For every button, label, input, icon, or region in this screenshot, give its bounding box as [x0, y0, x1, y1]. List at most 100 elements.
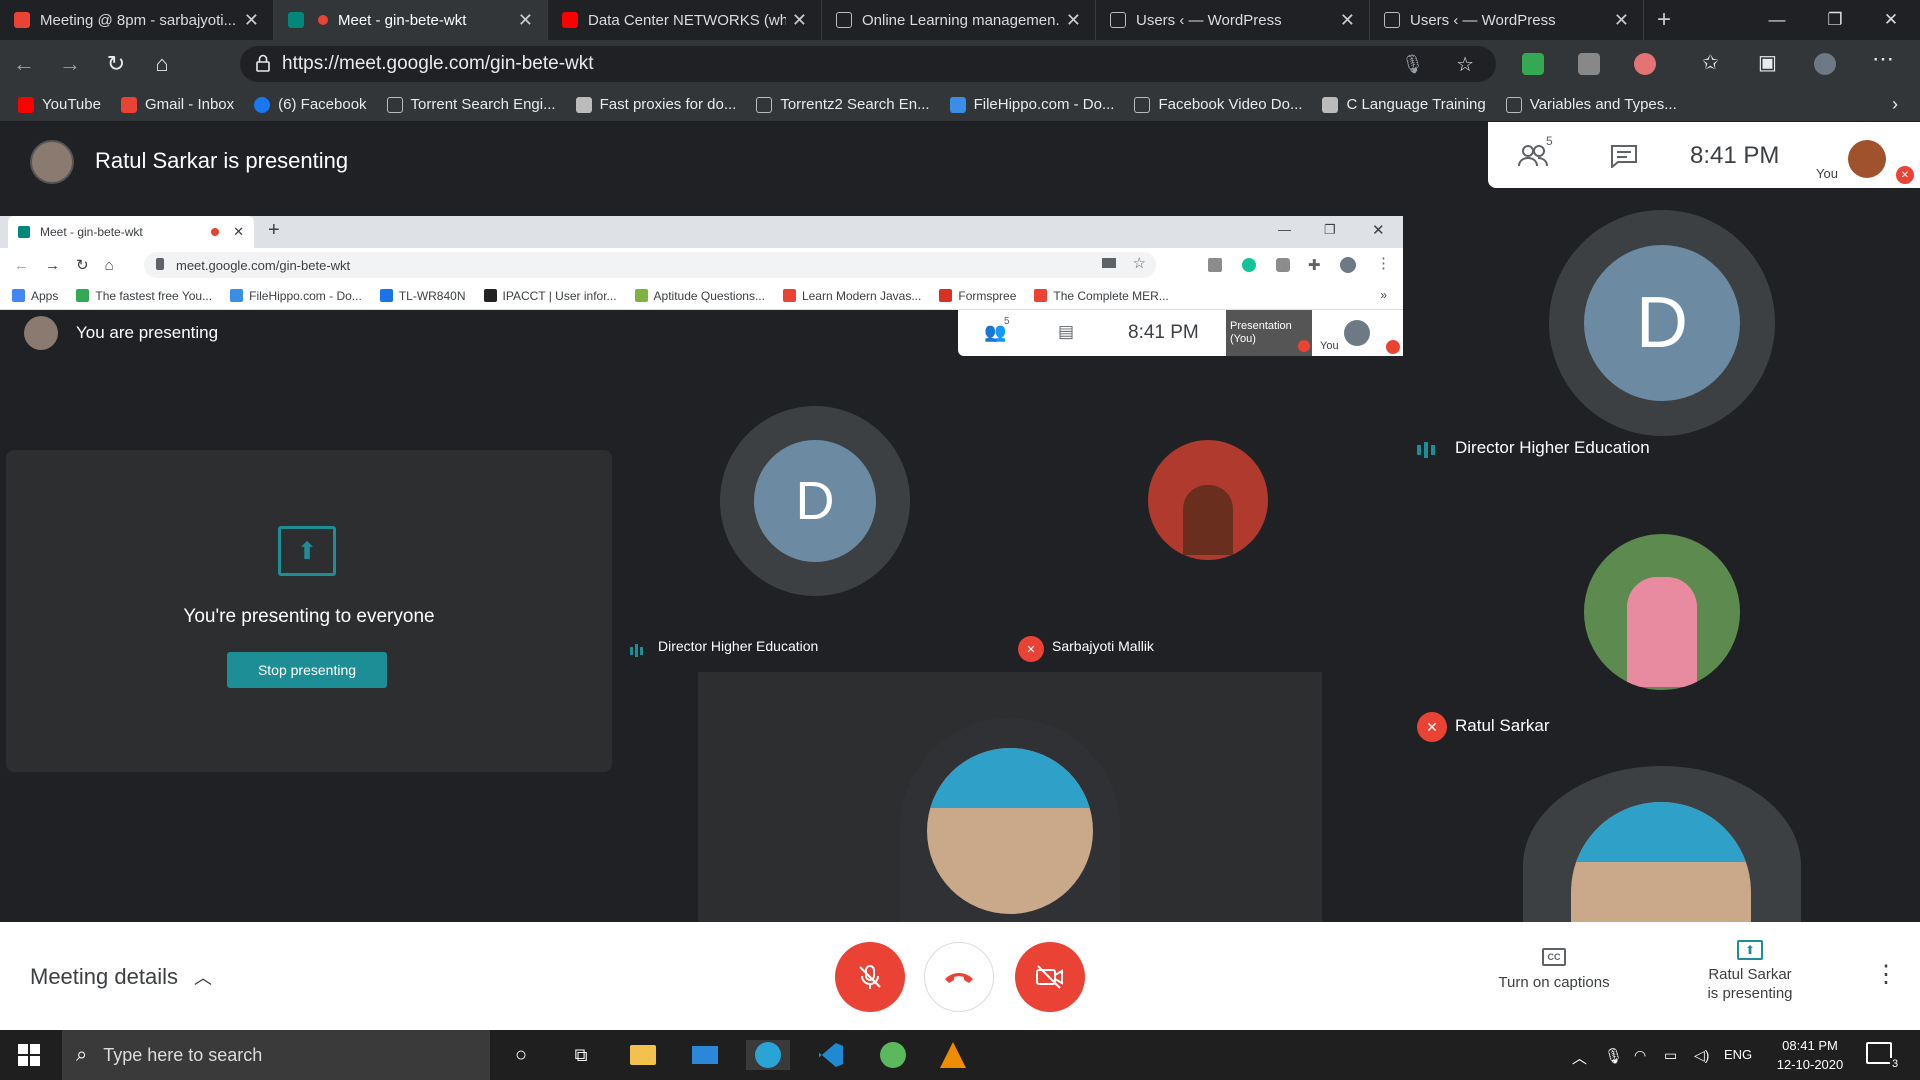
bookmark-filehippo[interactable]: FileHippo.com - Do... — [230, 289, 362, 303]
star-icon[interactable]: ☆ — [1456, 52, 1474, 77]
vlc-icon[interactable] — [938, 1040, 968, 1070]
wifi-icon[interactable]: ◠ — [1634, 1047, 1646, 1064]
profile-avatar[interactable] — [1340, 257, 1356, 273]
bookmark-formspree[interactable]: Formspree — [939, 289, 1016, 303]
microphone-icon[interactable]: 🎙 — [1401, 54, 1424, 75]
inner-address-bar[interactable]: meet.google.com/gin-bete-wkt ☆ — [144, 252, 1156, 278]
profile-avatar[interactable] — [1814, 53, 1836, 75]
vpn-extension-icon[interactable] — [1634, 53, 1656, 75]
favorites-icon[interactable]: ✩ — [1702, 50, 1719, 75]
bookmark-facebook[interactable]: (6) Facebook — [254, 96, 367, 113]
file-explorer-icon[interactable] — [628, 1040, 658, 1070]
vscode-icon[interactable] — [816, 1040, 846, 1070]
minimize-button[interactable]: — — [1278, 222, 1291, 237]
volume-icon[interactable]: ◁) — [1694, 1047, 1709, 1064]
close-window-button[interactable]: ✕ — [1372, 221, 1385, 239]
puzzle-icon[interactable]: ✚ — [1308, 256, 1321, 274]
new-tab-button[interactable]: + — [1644, 0, 1684, 40]
chat-icon[interactable] — [1610, 144, 1638, 170]
restore-button[interactable]: ❐ — [1324, 222, 1336, 238]
bookmark-fastest-free[interactable]: The fastest free You... — [76, 289, 212, 303]
taskbar-search-box[interactable]: ⌕ Type here to search — [62, 1030, 490, 1080]
back-button[interactable]: ← — [2, 44, 46, 84]
bookmark-aptitude[interactable]: Aptitude Questions... — [634, 289, 765, 303]
forward-button[interactable]: → — [48, 44, 92, 84]
bookmark-variables-types[interactable]: Variables and Types... — [1505, 96, 1677, 113]
grammarly-icon[interactable] — [1242, 258, 1256, 272]
bookmark-complete-mern[interactable]: The Complete MER... — [1034, 289, 1169, 303]
task-view-icon[interactable]: ⧉ — [566, 1040, 596, 1070]
address-bar[interactable]: https://meet.google.com/gin-bete-wkt 🎙 ☆ — [240, 46, 1496, 82]
system-clock[interactable]: 08:41 PM 12-10-2020 — [1770, 1036, 1850, 1074]
bookmark-c-language[interactable]: C Language Training — [1322, 96, 1486, 113]
presentation-button[interactable]: ⬆ Ratul Sarkar is presenting — [1680, 940, 1820, 1002]
tab-gmail[interactable]: Meeting @ 8pm - sarbajyoti... ✕ — [0, 0, 274, 40]
bookmark-gmail[interactable]: Gmail - Inbox — [120, 96, 234, 113]
bookmark-learn-js[interactable]: Learn Modern Javas... — [782, 289, 921, 303]
bookmark-tl-wr840n[interactable]: TL-WR840N — [379, 289, 466, 303]
home-button[interactable]: ⌂ — [140, 44, 184, 84]
inner-tab-meet[interactable]: Meet - gin-bete-wkt ✕ — [8, 216, 254, 248]
leave-call-button[interactable] — [924, 942, 994, 1012]
avatar-self-video — [927, 748, 1093, 914]
close-tab-icon[interactable]: ✕ — [233, 224, 244, 240]
close-tab-icon[interactable]: ✕ — [1340, 10, 1355, 31]
more-options-icon[interactable]: ⋮ — [1874, 960, 1898, 989]
bookmark-torrent-search[interactable]: Torrent Search Engi... — [386, 96, 556, 113]
camera-toggle-button[interactable] — [1015, 942, 1085, 1012]
bookmark-apps[interactable]: Apps — [12, 289, 58, 303]
forward-button[interactable]: → — [45, 257, 60, 274]
minimize-button[interactable]: — — [1748, 0, 1806, 40]
microphone-icon[interactable]: 🎙 — [1604, 1047, 1623, 1065]
close-window-button[interactable]: ✕ — [1862, 0, 1920, 40]
captions-button[interactable]: CC Turn on captions — [1480, 948, 1628, 991]
extension-icon[interactable] — [1208, 258, 1222, 272]
windows-start-icon[interactable] — [14, 1040, 44, 1070]
bookmark-filehippo[interactable]: FileHippo.com - Do... — [949, 96, 1114, 113]
s-extension-icon[interactable] — [1578, 53, 1600, 75]
close-tab-icon[interactable]: ✕ — [518, 10, 533, 31]
chevron-right-icon[interactable]: » — [1380, 288, 1387, 302]
notifications-icon[interactable] — [1866, 1042, 1892, 1064]
shield-extension-icon[interactable] — [1276, 258, 1290, 272]
meeting-details-button[interactable]: Meeting details ︿ — [30, 964, 212, 990]
cortana-icon[interactable]: ○ — [506, 1040, 536, 1070]
chevron-up-icon[interactable]: ︿ — [1572, 1047, 1587, 1068]
tab-online-learning[interactable]: Online Learning managemen... ✕ — [822, 0, 1096, 40]
chat-icon[interactable]: ▤ — [1058, 322, 1074, 342]
more-menu-icon[interactable]: ⋯ — [1872, 46, 1894, 72]
apps-icon — [12, 289, 25, 302]
more-menu-icon[interactable]: ⋮ — [1376, 254, 1391, 272]
close-tab-icon[interactable]: ✕ — [792, 10, 807, 31]
star-icon[interactable]: ☆ — [1133, 254, 1146, 272]
edge-icon[interactable] — [746, 1040, 790, 1070]
collections-icon[interactable]: ▣ — [1758, 50, 1777, 75]
bookmark-youtube[interactable]: YouTube — [18, 96, 101, 113]
new-tab-button[interactable]: + — [268, 219, 280, 242]
reload-button[interactable]: ↻ — [94, 44, 138, 84]
tab-youtube[interactable]: Data Center NETWORKS (wh... ✕ — [548, 0, 822, 40]
mic-toggle-button[interactable] — [835, 942, 905, 1012]
app-icon[interactable] — [878, 1040, 908, 1070]
back-button[interactable]: ← — [14, 257, 29, 274]
close-tab-icon[interactable]: ✕ — [1066, 10, 1081, 31]
presenting-card: ⬆ You're presenting to everyone Stop pre… — [6, 450, 612, 772]
restore-button[interactable]: ❐ — [1806, 0, 1864, 40]
bookmark-torrentz2[interactable]: Torrentz2 Search En... — [756, 96, 930, 113]
mail-icon[interactable] — [690, 1040, 720, 1070]
bookmark-fast-proxies[interactable]: Fast proxies for do... — [575, 96, 736, 113]
shield-extension-icon[interactable] — [1522, 53, 1544, 75]
battery-icon[interactable]: ▭ — [1664, 1047, 1677, 1064]
close-tab-icon[interactable]: ✕ — [1614, 10, 1629, 31]
tab-wordpress-2[interactable]: Users ‹ — WordPress ✕ — [1370, 0, 1644, 40]
tab-meet[interactable]: Meet - gin-bete-wkt ✕ — [274, 0, 548, 40]
tab-wordpress-1[interactable]: Users ‹ — WordPress ✕ — [1096, 0, 1370, 40]
close-tab-icon[interactable]: ✕ — [244, 10, 259, 31]
bookmark-ipacct[interactable]: IPACCT | User infor... — [483, 289, 617, 303]
chevron-right-icon[interactable]: › — [1892, 94, 1898, 115]
language-indicator[interactable]: ENG — [1724, 1047, 1752, 1062]
reload-button[interactable]: ↻ — [76, 256, 89, 274]
home-button[interactable]: ⌂ — [105, 257, 114, 274]
bookmark-facebook-video[interactable]: Facebook Video Do... — [1134, 96, 1302, 113]
stop-presenting-button[interactable]: Stop presenting — [227, 652, 387, 688]
